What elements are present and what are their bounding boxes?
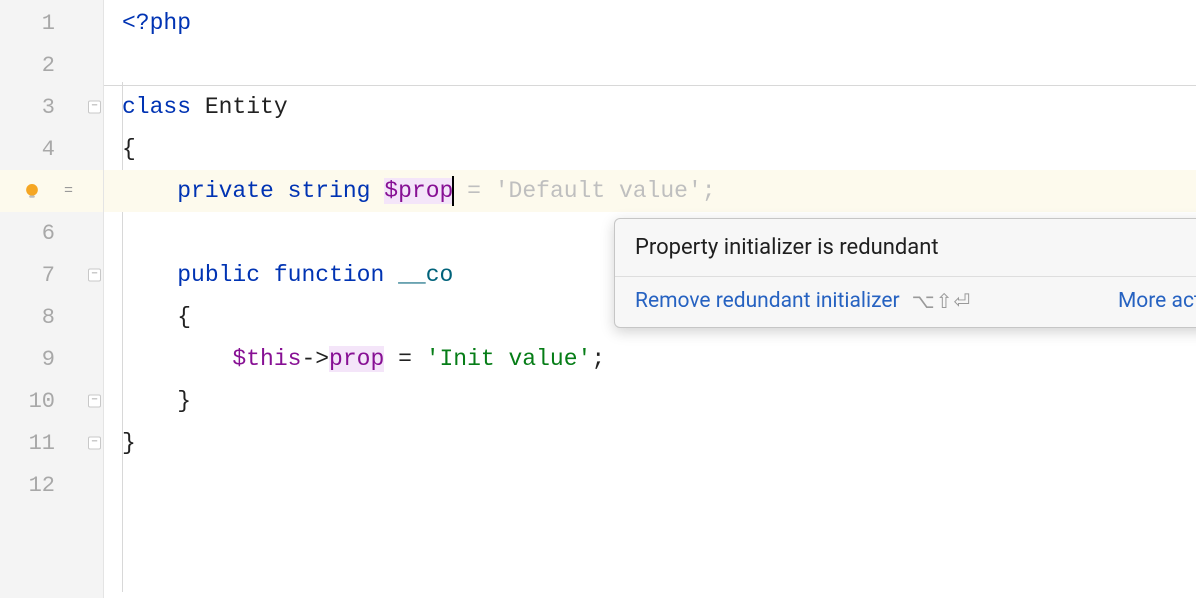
line-number: 1 bbox=[42, 11, 55, 36]
shortcut-hint: ⌥⇧⏎ bbox=[912, 289, 972, 313]
code-line[interactable]: { bbox=[104, 128, 1196, 170]
indent bbox=[122, 178, 177, 204]
class-name: Entity bbox=[191, 94, 288, 120]
code-line[interactable]: class Entity bbox=[104, 86, 1196, 128]
property-ref: prop bbox=[329, 346, 384, 372]
code-line[interactable]: <?php bbox=[104, 2, 1196, 44]
string-literal: 'Init value' bbox=[426, 346, 592, 372]
line-number: 3 bbox=[42, 95, 55, 120]
keyword-function: function bbox=[274, 262, 384, 288]
brace: { bbox=[177, 304, 191, 330]
keyword-public: public bbox=[177, 262, 260, 288]
line-number: 12 bbox=[29, 473, 55, 498]
gutter-row[interactable]: 3 bbox=[0, 86, 103, 128]
code-line-active[interactable]: private string $prop = 'Default value'; bbox=[104, 170, 1196, 212]
gutter-row[interactable]: 7 bbox=[0, 254, 103, 296]
more-actions-link[interactable]: More actions... bbox=[1118, 289, 1196, 313]
keyword-string: string bbox=[288, 178, 371, 204]
code-line[interactable]: } bbox=[104, 422, 1196, 464]
gutter-row[interactable]: = 5 bbox=[0, 170, 103, 212]
line-number: 10 bbox=[29, 389, 55, 414]
line-number: 11 bbox=[29, 431, 55, 456]
php-open-tag: <?php bbox=[122, 10, 191, 36]
code-editor: 1 2 3 4 = 5 6 7 bbox=[0, 0, 1196, 598]
line-number: 8 bbox=[42, 305, 55, 330]
arrow: -> bbox=[301, 346, 329, 372]
modified-marker-icon: = bbox=[64, 183, 73, 200]
line-number: 6 bbox=[42, 221, 55, 246]
brace: } bbox=[177, 388, 191, 414]
fold-toggle-icon[interactable] bbox=[88, 101, 101, 114]
var-this: $this bbox=[232, 346, 301, 372]
brace: } bbox=[122, 430, 136, 456]
brace: { bbox=[122, 136, 136, 162]
gutter-row[interactable]: 4 bbox=[0, 128, 103, 170]
gutter-row[interactable]: 10 bbox=[0, 380, 103, 422]
code-line[interactable]: } bbox=[104, 380, 1196, 422]
line-number: 2 bbox=[42, 53, 55, 78]
gutter-row[interactable]: 6 bbox=[0, 212, 103, 254]
indent bbox=[122, 346, 232, 372]
gutter: 1 2 3 4 = 5 6 7 bbox=[0, 0, 104, 598]
fold-toggle-icon[interactable] bbox=[88, 269, 101, 282]
keyword-private: private bbox=[177, 178, 274, 204]
code-line[interactable]: $this->prop = 'Init value'; bbox=[104, 338, 1196, 380]
code-area[interactable]: <?php class Entity { private string $pro… bbox=[104, 0, 1196, 598]
line-number: 9 bbox=[42, 347, 55, 372]
magic-method: __co bbox=[398, 262, 453, 288]
code-line[interactable] bbox=[104, 44, 1196, 86]
gutter-row[interactable]: 1 bbox=[0, 2, 103, 44]
redundant-semi: ; bbox=[702, 178, 716, 204]
inspection-popup: Property initializer is redundant Remove… bbox=[614, 218, 1196, 328]
fold-toggle-icon[interactable] bbox=[88, 395, 101, 408]
fold-toggle-icon[interactable] bbox=[88, 437, 101, 450]
line-number: 4 bbox=[42, 137, 55, 162]
code-line[interactable] bbox=[104, 464, 1196, 506]
gutter-row[interactable]: 8 bbox=[0, 296, 103, 338]
gutter-row[interactable]: 11 bbox=[0, 422, 103, 464]
line-number: 7 bbox=[42, 263, 55, 288]
gutter-row[interactable]: 9 bbox=[0, 338, 103, 380]
intention-bulb-icon[interactable] bbox=[23, 182, 41, 200]
redundant-string: 'Default value' bbox=[495, 178, 702, 204]
indent bbox=[122, 262, 177, 288]
redundant-eq: = bbox=[453, 178, 494, 204]
inspection-message: Property initializer is redundant bbox=[615, 219, 1196, 277]
indent bbox=[122, 388, 177, 414]
quickfix-remove-initializer[interactable]: Remove redundant initializer bbox=[635, 289, 900, 313]
property-var: $prop bbox=[384, 178, 453, 204]
keyword-class: class bbox=[122, 94, 191, 120]
gutter-row[interactable]: 12 bbox=[0, 464, 103, 506]
indent bbox=[122, 304, 177, 330]
gutter-row[interactable]: 2 bbox=[0, 44, 103, 86]
inspection-actions: Remove redundant initializer ⌥⇧⏎ More ac… bbox=[615, 277, 1196, 327]
